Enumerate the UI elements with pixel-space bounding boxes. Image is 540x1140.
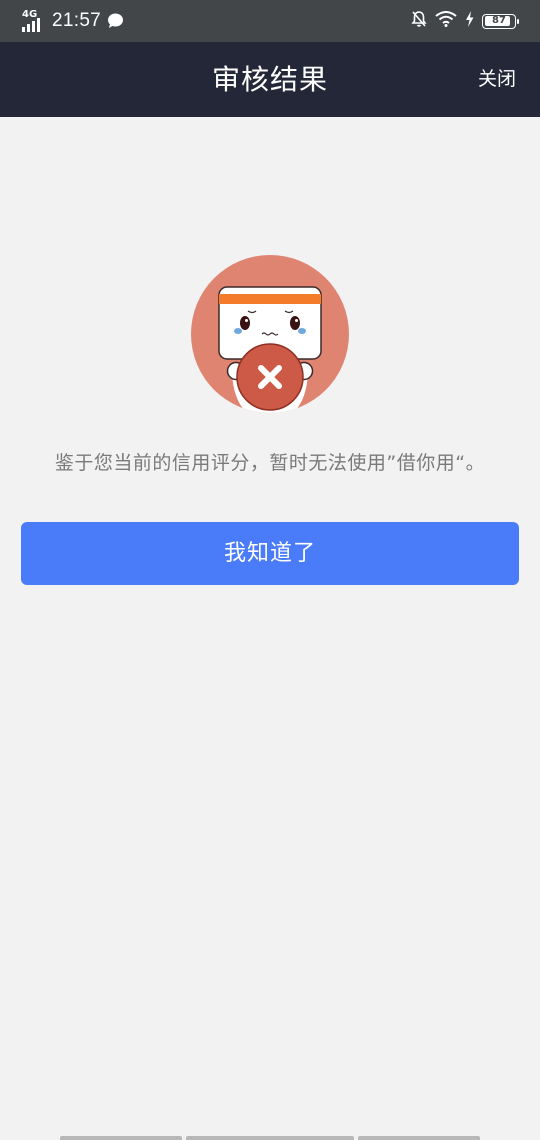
close-button[interactable]: 关闭 [478, 42, 516, 117]
bottom-indicator [0, 1134, 540, 1140]
status-time: 21:57 [52, 10, 102, 31]
acknowledge-button[interactable]: 我知道了 [21, 522, 519, 585]
message-icon [107, 13, 124, 29]
status-right: 87 [411, 10, 519, 32]
rejection-illustration [190, 254, 350, 414]
mute-bell-icon [411, 10, 427, 32]
nav-bar: 审核结果 关闭 [0, 42, 540, 117]
wifi-icon [435, 11, 457, 31]
page-title: 审核结果 [211, 63, 328, 96]
signal-icon: 4G [22, 10, 46, 32]
battery-level: 87 [492, 15, 506, 26]
status-bar: 4G 21:57 87 [0, 0, 540, 42]
battery-icon: 87 [482, 13, 519, 29]
charging-icon [465, 11, 474, 31]
status-left: 4G 21:57 [22, 8, 124, 34]
rejection-message: 鉴于您当前的信用评分，暂时无法使用”借你用“。 [54, 452, 486, 474]
